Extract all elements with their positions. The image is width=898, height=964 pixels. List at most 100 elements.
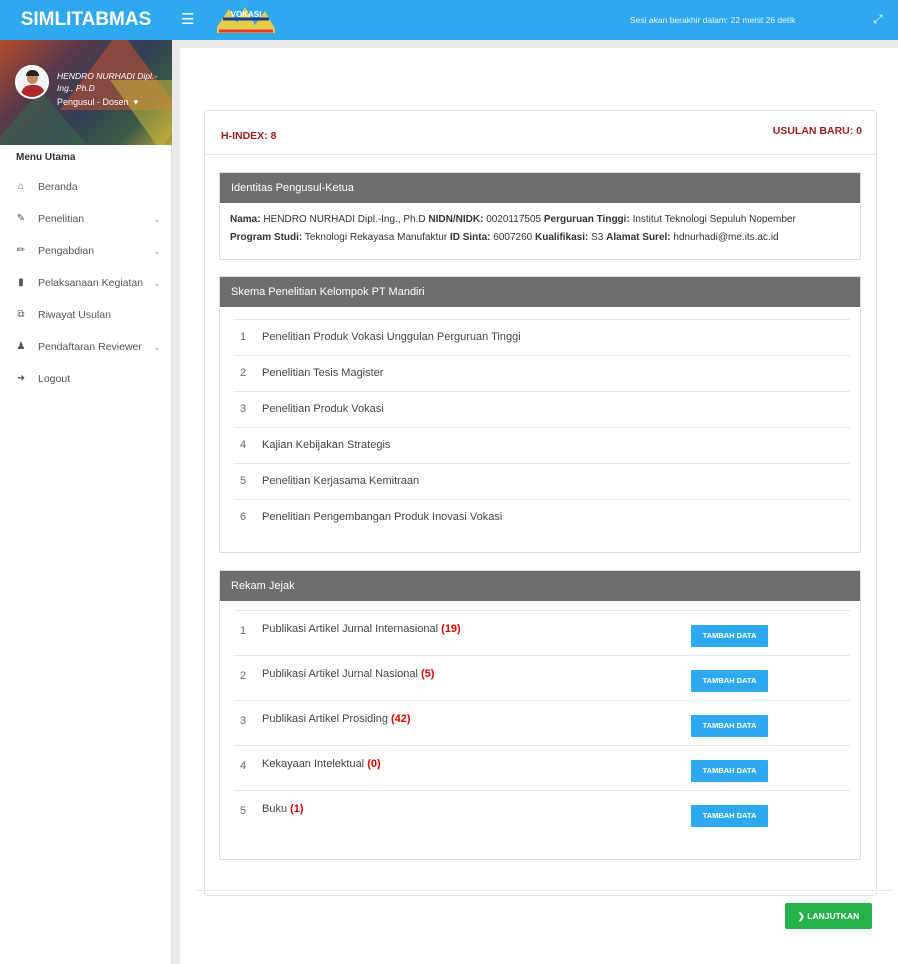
panel-heading: Skema Penelitian Kelompok PT Mandiri: [220, 277, 860, 307]
list-item: 4 Kekayaan Intelektual (0) TAMBAH DATA: [234, 745, 850, 790]
h-index-label: H-INDEX: 8: [221, 130, 277, 142]
tambah-data-button[interactable]: TAMBAH DATA: [691, 625, 768, 647]
list-item: 2 Publikasi Artikel Jurnal Nasional (5) …: [234, 655, 850, 700]
list-item: 3 Publikasi Artikel Prosiding (42) TAMBA…: [234, 700, 850, 745]
logout-icon: ➜: [16, 373, 26, 384]
item-count: (0): [367, 758, 381, 770]
item-number: 1: [240, 625, 247, 637]
prodi-value: Teknologi Rekayasa Manufaktur: [304, 232, 448, 243]
tambah-data-button[interactable]: TAMBAH DATA: [691, 670, 768, 692]
item-number: 4: [240, 439, 247, 451]
edit-icon: ✎: [16, 213, 26, 224]
user-icon: ♟: [16, 341, 26, 352]
kualifikasi-value: S3: [591, 232, 604, 243]
list-item[interactable]: 2 Penelitian Tesis Magister: [234, 355, 850, 391]
tambah-data-button[interactable]: TAMBAH DATA: [691, 805, 768, 827]
top-navbar: SIMLITABMAS ☰ VOKASI Sesi akan berakhir …: [0, 0, 898, 40]
item-label: Penelitian Tesis Magister: [262, 367, 384, 379]
home-icon: ⌂: [17, 181, 25, 192]
item-count: (19): [441, 623, 461, 635]
sidebar: HENDRO NURHADI Dipl.-Ing., Ph.D Pengusul…: [0, 40, 172, 964]
list-item[interactable]: 5 Penelitian Kerjasama Kemitraan: [234, 463, 850, 499]
sidebar-item-label: Beranda: [38, 181, 78, 193]
skema-panel: Skema Penelitian Kelompok PT Mandiri 1 Pe…: [219, 276, 861, 553]
item-count: (1): [290, 803, 304, 815]
pt-label: Perguruan Tinggi:: [543, 214, 630, 225]
copy-icon: ⧉: [17, 309, 25, 320]
book-icon: ▮: [18, 277, 24, 288]
caret-down-icon: ▾: [131, 97, 139, 107]
item-number: 6: [240, 511, 247, 523]
item-number: 5: [240, 475, 247, 487]
item-count: (5): [420, 668, 435, 680]
sidebar-item-logout[interactable]: ➜ Logout: [0, 363, 172, 395]
item-number: 4: [240, 760, 247, 772]
item-label: Publikasi Artikel Jurnal Internasional: [262, 623, 439, 635]
divider: [205, 154, 876, 155]
email-value: hdnurhadi@me.its.ac.id: [673, 232, 779, 243]
email-label: Alamat Surel:: [606, 232, 671, 243]
hamburger-menu-icon[interactable]: ☰: [181, 10, 195, 30]
sidebar-item-label: Pendaftaran Reviewer: [38, 341, 142, 353]
sidebar-item-penelitian[interactable]: ✎ Penelitian ⌄: [0, 203, 172, 235]
vokasi-logo: VOKASI: [215, 5, 277, 35]
pencil-icon: ✏: [16, 245, 26, 256]
item-count: (42): [391, 713, 411, 725]
nama-value: HENDRO NURHADI Dipl.-Ing., Ph.D: [263, 214, 426, 225]
list-item[interactable]: 6 Penelitian Pengembangan Produk Inovasi …: [234, 499, 850, 535]
sidebar-item-pengabdian[interactable]: ✏ Pengabdian ⌄: [0, 235, 172, 267]
sidebar-item-riwayat-usulan[interactable]: ⧉ Riwayat Usulan: [0, 299, 172, 331]
item-label: Kekayaan Intelektual: [262, 758, 365, 770]
item-label: Publikasi Artikel Prosiding: [262, 713, 388, 725]
menu-title: Menu Utama: [16, 152, 76, 163]
brand-title[interactable]: SIMLITABMAS: [0, 0, 172, 40]
user-role-dropdown[interactable]: Pengusul - Dosen ▾: [57, 97, 138, 108]
sinta-value: 6007260: [493, 232, 533, 243]
nidn-value: 0020117505: [486, 214, 542, 225]
avatar: [15, 65, 49, 99]
tambah-data-button[interactable]: TAMBAH DATA: [691, 760, 768, 782]
sidebar-item-pelaksanaan-kegiatan[interactable]: ▮ Pelaksanaan Kegiatan ⌄: [0, 267, 172, 299]
panel-heading: Rekam Jejak: [220, 571, 860, 601]
nama-label: Nama:: [230, 214, 261, 225]
sidebar-item-pendaftaran-reviewer[interactable]: ♟ Pendaftaran Reviewer ⌄: [0, 331, 172, 363]
chevron-down-icon: ⌄: [153, 246, 161, 256]
divider: [196, 890, 893, 891]
fullscreen-icon[interactable]: ⤢: [873, 12, 887, 26]
chevron-right-icon: ❯: [797, 911, 808, 921]
sidebar-item-label: Logout: [38, 373, 71, 385]
list-item[interactable]: 3 Penelitian Produk Vokasi: [234, 391, 850, 427]
panel-heading: Identitas Pengusul-Ketua: [220, 173, 860, 203]
item-label: Buku: [262, 803, 288, 815]
chevron-down-icon: ⌄: [153, 214, 161, 224]
svg-text:VOKASI: VOKASI: [231, 10, 262, 19]
identitas-panel: Identitas Pengusul-Ketua Nama: HENDRO NU…: [219, 172, 861, 260]
main-content: H-INDEX: 8 USULAN BARU: 0 Identitas Peng…: [180, 48, 898, 964]
item-label: Kajian Kebijakan Strategis: [262, 439, 391, 451]
item-number: 3: [240, 403, 247, 415]
item-number: 5: [240, 805, 247, 817]
sidebar-item-label: Pengabdian: [38, 245, 95, 257]
lanjutkan-button[interactable]: ❯ LANJUTKAN: [785, 903, 872, 929]
sidebar-item-beranda[interactable]: ⌂ Beranda: [0, 171, 172, 203]
list-item: 5 Buku (1) TAMBAH DATA: [234, 790, 850, 835]
list-item[interactable]: 1 Penelitian Produk Vokasi Unggulan Pergu…: [234, 319, 850, 355]
item-label: Penelitian Produk Vokasi Unggulan Pergur…: [262, 331, 521, 343]
sidebar-item-label: Penelitian: [38, 213, 85, 225]
usulan-baru-label: USULAN BARU: 0: [772, 125, 862, 137]
chevron-down-icon: ⌄: [153, 278, 161, 288]
list-item: 1 Publikasi Artikel Jurnal Internasional…: [234, 610, 850, 655]
pt-value: Institut Teknologi Sepuluh Nopember: [632, 214, 796, 225]
list-item[interactable]: 4 Kajian Kebijakan Strategis: [234, 427, 850, 463]
item-label: Penelitian Produk Vokasi: [262, 403, 384, 415]
sidebar-item-label: Riwayat Usulan: [38, 309, 111, 321]
prodi-label: Program Studi:: [230, 232, 303, 243]
item-label: Publikasi Artikel Jurnal Nasional: [262, 668, 418, 680]
session-timer: Sesi akan berakhir dalam: 22 menit 26 de…: [630, 15, 796, 25]
sidebar-item-label: Pelaksanaan Kegiatan: [38, 277, 144, 289]
tambah-data-button[interactable]: TAMBAH DATA: [691, 715, 768, 737]
user-name: HENDRO NURHADI Dipl.-Ing., Ph.D: [57, 71, 158, 93]
item-number: 3: [240, 715, 247, 727]
user-profile-panel: HENDRO NURHADI Dipl.-Ing., Ph.D Pengusul…: [0, 40, 172, 145]
item-label: Penelitian Kerjasama Kemitraan: [262, 475, 420, 487]
